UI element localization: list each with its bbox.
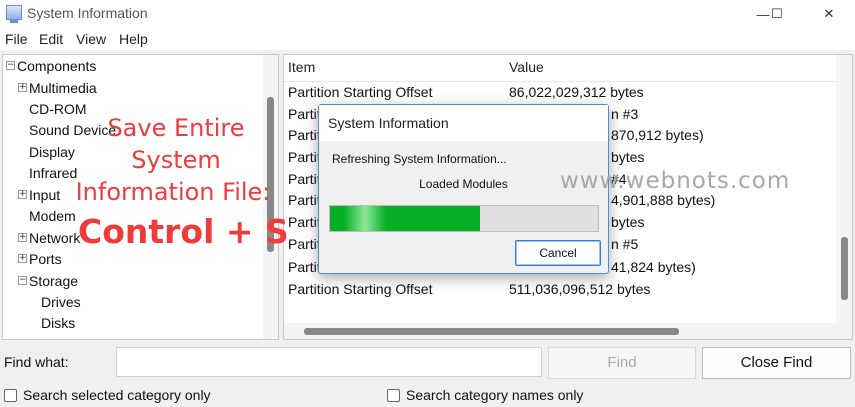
title-bar: System Information — ☐ ✕	[0, 0, 855, 28]
row-value: 511,036,096,512 bytes	[509, 281, 651, 297]
close-find-button[interactable]: Close Find	[702, 347, 851, 379]
progress-bar	[329, 205, 599, 232]
row-item: Partition Starting Offset	[288, 281, 433, 297]
list-horizontal-scrollbar[interactable]	[284, 323, 836, 339]
progress-bar-highlight	[344, 206, 386, 231]
list-horizontal-scrollbar-thumb[interactable]	[304, 328, 679, 335]
row-value: bytes	[611, 214, 645, 230]
row-value: n #3	[611, 106, 639, 122]
row-value: 86,022,029,312 bytes	[509, 84, 644, 100]
checkbox-label: Search category names only	[406, 387, 584, 403]
row-value: bytes	[611, 149, 645, 165]
row-value: 41,824 bytes)	[611, 259, 696, 275]
row-value: n #5	[611, 236, 639, 252]
cancel-button[interactable]: Cancel	[515, 240, 601, 266]
find-bar: Find what: Find Close Find Search select…	[0, 342, 855, 407]
tree-item-multimedia[interactable]: Multimedia	[29, 78, 97, 99]
column-header-item[interactable]: Item	[288, 59, 315, 75]
menu-bar: File Edit View Help	[0, 28, 855, 50]
expand-icon[interactable]: +	[18, 254, 27, 263]
dialog-status-text: Refreshing System Information...	[332, 152, 507, 166]
tree-item-disks[interactable]: Disks	[41, 313, 75, 334]
row-value: 870,912 bytes)	[611, 127, 704, 143]
checkbox-icon[interactable]	[387, 388, 400, 402]
overlay-caption-line: Save Entire	[107, 114, 245, 142]
row-value: 4,901,888 bytes)	[611, 192, 716, 208]
system-information-app-icon	[6, 5, 22, 23]
collapse-icon[interactable]: −	[18, 276, 27, 285]
overlay-shortcut-text: Control + S	[78, 212, 289, 251]
collapse-icon[interactable]: −	[6, 61, 15, 70]
close-icon: ✕	[823, 6, 835, 21]
tree-item-network[interactable]: Network	[29, 228, 80, 249]
close-button[interactable]: ✕	[806, 0, 852, 28]
find-button[interactable]: Find	[548, 347, 696, 379]
tree-item-modem[interactable]: Modem	[29, 206, 76, 227]
tree-item-display[interactable]: Display	[29, 142, 75, 163]
tree-item-ports[interactable]: Ports	[29, 249, 62, 270]
menu-view[interactable]: View	[76, 31, 106, 47]
checkbox-label: Search selected category only	[23, 387, 211, 403]
expand-icon[interactable]: +	[18, 233, 27, 242]
overlay-caption-line: Information File:	[75, 178, 271, 206]
tree-item-cd-rom[interactable]: CD-ROM	[29, 99, 87, 120]
maximize-icon: ☐	[771, 6, 783, 21]
tree-item-components[interactable]: Components	[17, 56, 96, 77]
header-divider	[284, 81, 836, 82]
find-what-label: Find what:	[4, 354, 69, 370]
column-header-value[interactable]: Value	[509, 59, 544, 75]
maximize-button[interactable]: ☐	[754, 0, 800, 28]
tree-item-input[interactable]: Input	[29, 185, 60, 206]
menu-file[interactable]: File	[5, 31, 28, 47]
tree-item-storage[interactable]: Storage	[29, 271, 78, 292]
menu-edit[interactable]: Edit	[39, 31, 63, 47]
row-item: Partition Starting Offset	[288, 84, 433, 100]
list-vertical-scrollbar[interactable]	[836, 55, 852, 339]
watermark-text: www.webnots.com	[560, 168, 791, 194]
window-title: System Information	[27, 5, 148, 21]
search-category-names-checkbox[interactable]: Search category names only	[387, 387, 583, 403]
tree-item-drives[interactable]: Drives	[41, 292, 81, 313]
expand-icon[interactable]: +	[18, 83, 27, 92]
list-vertical-scrollbar-thumb[interactable]	[841, 237, 848, 300]
search-selected-category-checkbox[interactable]: Search selected category only	[4, 387, 211, 403]
find-what-input[interactable]	[116, 347, 542, 377]
checkbox-icon[interactable]	[4, 388, 17, 402]
dialog-title: System Information	[328, 115, 449, 131]
expand-icon[interactable]: +	[18, 190, 27, 199]
overlay-caption-line: System	[131, 146, 221, 174]
menu-help[interactable]: Help	[119, 31, 148, 47]
dialog-title-bar: System Information	[319, 105, 608, 141]
